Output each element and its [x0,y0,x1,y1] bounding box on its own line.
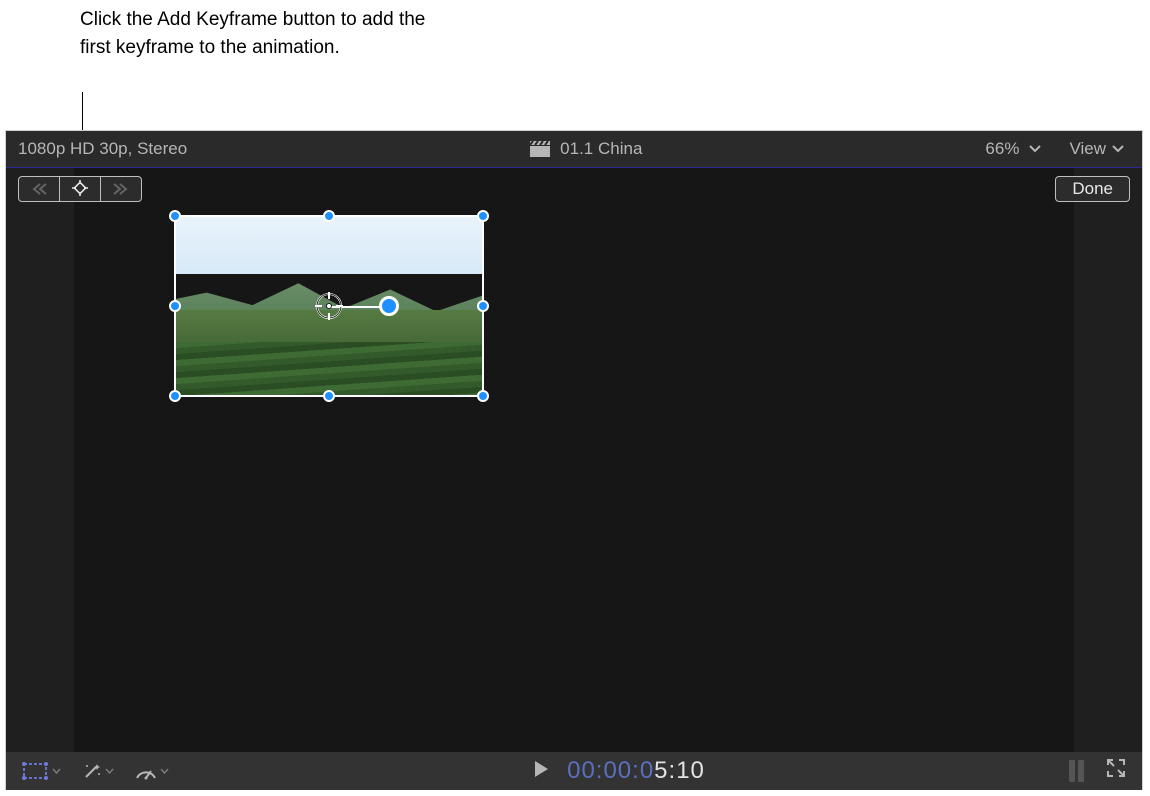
transform-tool-icon [20,761,50,781]
retime-tool-dropdown[interactable] [134,762,169,780]
viewer-canvas[interactable]: Done [6,168,1142,752]
play-icon [533,760,549,778]
resize-handle-top-right[interactable] [477,210,489,222]
keyframe-button-group [18,176,142,202]
audio-meter-bar [1069,760,1075,782]
resize-handle-top-left[interactable] [169,210,181,222]
effects-tool-dropdown[interactable] [81,760,114,782]
zoom-dropdown[interactable]: 66% [985,139,1041,159]
effects-wand-icon [81,760,103,782]
callout-text: Click the Add Keyframe button to add the… [80,6,440,61]
chevron-down-icon [160,768,169,774]
next-keyframe-icon [112,182,130,196]
chevron-down-icon [1029,145,1041,153]
timecode-display[interactable]: 00:00:05:10 [567,757,705,785]
audio-meter-bar [1078,760,1084,782]
play-button[interactable] [533,757,549,785]
letterbox-right [1074,168,1142,752]
done-label: Done [1072,179,1113,198]
prev-keyframe-icon [30,182,48,196]
next-keyframe-button[interactable] [100,177,141,201]
clip-transform-box[interactable] [174,215,484,397]
audio-meters[interactable] [1069,760,1084,782]
prev-keyframe-button[interactable] [19,177,59,201]
bottom-toolbar: 00:00:05:10 [6,752,1142,790]
chevron-down-icon [105,768,114,774]
title-bar: 1080p HD 30p, Stereo 01.1 China 66% [6,131,1142,167]
clip-name: 01.1 China [560,139,642,159]
resize-handle-middle-left[interactable] [169,300,181,312]
anchor-target-icon[interactable] [314,291,344,321]
transform-tool-dropdown[interactable] [20,761,61,781]
view-dropdown[interactable]: View [1069,139,1124,159]
fullscreen-button[interactable] [1106,757,1126,785]
add-keyframe-button[interactable] [59,177,100,201]
resize-handle-middle-right[interactable] [477,300,489,312]
view-label: View [1069,139,1106,159]
chevron-down-icon [1112,145,1124,153]
rotation-handle[interactable] [379,296,399,316]
retime-speedometer-icon [134,762,158,780]
clapperboard-icon [530,141,550,157]
viewer-window: 1080p HD 30p, Stereo 01.1 China 66% [5,130,1143,790]
chevron-down-icon [52,768,61,774]
resize-handle-bottom-middle[interactable] [323,390,335,402]
zoom-value: 66% [985,139,1019,159]
timecode-prefix: 00:00:0 [567,757,654,784]
format-label: 1080p HD 30p, Stereo [18,139,187,158]
fullscreen-icon [1106,758,1126,778]
resize-handle-bottom-right[interactable] [477,390,489,402]
timecode-highlight: 5:10 [654,757,705,784]
add-keyframe-icon [69,180,91,198]
resize-handle-bottom-left[interactable] [169,390,181,402]
done-button[interactable]: Done [1055,176,1130,202]
resize-handle-top-middle[interactable] [323,210,335,222]
letterbox-left [6,168,74,752]
